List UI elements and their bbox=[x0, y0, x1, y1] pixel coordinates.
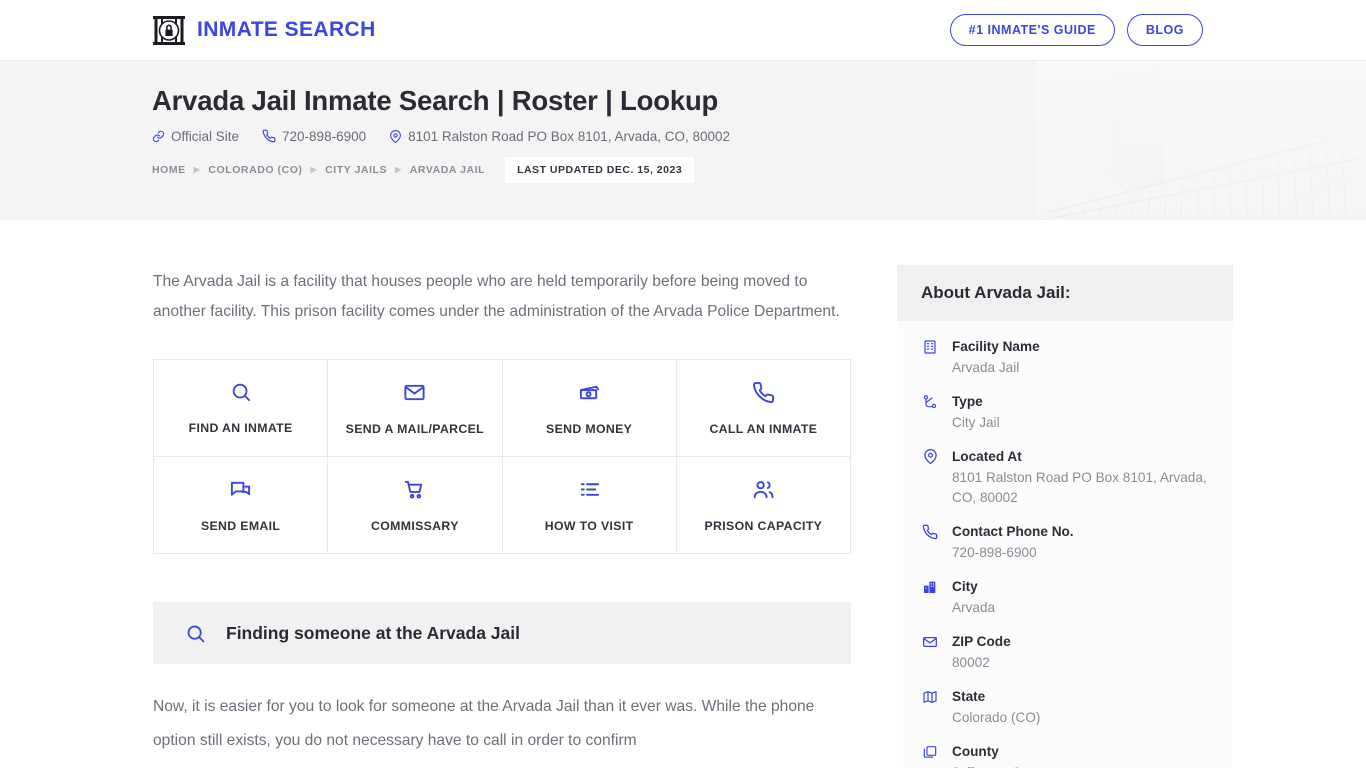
building-icon bbox=[921, 339, 939, 355]
hero-banner: Arvada Jail Inmate Search | Roster | Loo… bbox=[0, 61, 1366, 220]
fact-located-at: Located At 8101 Ralston Road PO Box 8101… bbox=[921, 447, 1209, 508]
brand-name: INMATE SEARCH bbox=[197, 18, 376, 41]
fact-value: 8101 Ralston Road PO Box 8101, Arvada, C… bbox=[952, 470, 1207, 505]
fact-label: County bbox=[952, 744, 999, 759]
map-pin-icon bbox=[921, 449, 939, 464]
section-body-paragraph: Now, it is easier for you to look for so… bbox=[153, 698, 815, 749]
fact-zip-code: ZIP Code 80002 bbox=[921, 632, 1209, 673]
fact-value[interactable]: 720-898-6900 bbox=[952, 543, 1074, 563]
chevron-right-icon: ▶ bbox=[395, 164, 402, 174]
inmates-guide-button[interactable]: #1 INMATE'S GUIDE bbox=[949, 14, 1115, 46]
about-panel-title: About Arvada Jail: bbox=[921, 283, 1071, 302]
action-label: PRISON CAPACITY bbox=[704, 518, 823, 533]
action-label: FIND AN INMATE bbox=[188, 421, 293, 435]
about-panel-header: About Arvada Jail: bbox=[897, 265, 1233, 321]
action-commissary[interactable]: COMMISSARY bbox=[328, 457, 503, 554]
hero-phone-number: 720-898-6900 bbox=[282, 128, 367, 144]
page-title: Arvada Jail Inmate Search | Roster | Loo… bbox=[152, 85, 719, 116]
fact-label: Located At bbox=[952, 449, 1022, 464]
envelope-icon bbox=[403, 381, 426, 409]
map-icon bbox=[921, 689, 939, 705]
money-icon bbox=[578, 381, 601, 409]
action-label: SEND MONEY bbox=[546, 421, 633, 436]
network-icon bbox=[921, 394, 939, 410]
fact-value: Jefferson County bbox=[952, 763, 1055, 768]
about-panel-body: Facility Name Arvada Jail Type City Jail bbox=[897, 321, 1233, 768]
fact-label: State bbox=[952, 689, 986, 704]
city-icon bbox=[921, 579, 939, 595]
fact-value: 80002 bbox=[952, 655, 990, 670]
fact-label: Contact Phone No. bbox=[952, 524, 1074, 539]
action-send-money[interactable]: SEND MONEY bbox=[502, 360, 677, 457]
fact-value: Arvada bbox=[952, 600, 996, 615]
section-heading-finding-someone: Finding someone at the Arvada Jail bbox=[153, 602, 851, 664]
jail-bars-padlock-icon bbox=[152, 15, 186, 46]
users-icon bbox=[752, 478, 775, 506]
shopping-cart-icon bbox=[403, 478, 426, 506]
envelope-icon bbox=[921, 634, 939, 650]
hero-address-text: 8101 Ralston Road PO Box 8101, Arvada, C… bbox=[408, 128, 731, 144]
brand-logo-link[interactable]: INMATE SEARCH bbox=[152, 15, 376, 46]
nav-actions: #1 INMATE'S GUIDE BLOG bbox=[949, 14, 1203, 46]
phone-icon bbox=[921, 524, 939, 540]
search-icon bbox=[185, 623, 206, 644]
action-call-an-inmate[interactable]: CALL AN INMATE bbox=[676, 360, 851, 457]
official-site-label: Official Site bbox=[171, 128, 240, 144]
breadcrumb: HOME ▶ COLORADO (CO) ▶ CITY JAILS ▶ ARVA… bbox=[152, 156, 1366, 183]
last-updated-badge: LAST UPDATED DEC. 15, 2023 bbox=[505, 156, 695, 183]
phone-icon bbox=[262, 129, 276, 143]
list-icon bbox=[578, 478, 601, 506]
fact-label: City bbox=[952, 579, 978, 594]
chat-bubbles-icon bbox=[229, 478, 252, 506]
about-panel: About Arvada Jail: Facility Name Arvada … bbox=[897, 265, 1233, 768]
breadcrumb-item-city-jails[interactable]: CITY JAILS bbox=[325, 164, 387, 176]
chevron-right-icon: ▶ bbox=[193, 164, 201, 174]
fact-value: Arvada Jail bbox=[952, 360, 1020, 375]
section-heading-title: Finding someone at the Arvada Jail bbox=[226, 622, 520, 643]
hero-meta: Official Site 720-898-6900 8101 Ralston … bbox=[152, 129, 1366, 144]
fact-contact-phone: Contact Phone No. 720-898-6900 bbox=[921, 522, 1209, 563]
action-prison-capacity[interactable]: PRISON CAPACITY bbox=[676, 457, 851, 554]
fact-label: Facility Name bbox=[952, 339, 1040, 354]
action-send-a-mail-parcel[interactable]: SEND A MAIL/PARCEL bbox=[328, 360, 503, 457]
action-how-to-visit[interactable]: HOW TO VISIT bbox=[502, 457, 677, 554]
action-label: CALL AN INMATE bbox=[709, 421, 818, 436]
fact-facility-name: Facility Name Arvada Jail bbox=[921, 337, 1209, 378]
fact-type: Type City Jail bbox=[921, 392, 1209, 433]
official-site-link[interactable]: Official Site bbox=[152, 129, 239, 144]
copy-icon bbox=[921, 744, 939, 760]
fact-city: City Arvada bbox=[921, 577, 1209, 618]
fact-county: County Jefferson County bbox=[921, 742, 1209, 768]
intro-paragraph: The Arvada Jail is a facility that house… bbox=[153, 273, 840, 320]
map-pin-icon bbox=[389, 129, 402, 143]
action-label: SEND A MAIL/PARCEL bbox=[345, 421, 485, 436]
hero-address[interactable]: 8101 Ralston Road PO Box 8101, Arvada, C… bbox=[389, 129, 730, 144]
action-label: SEND EMAIL bbox=[200, 518, 281, 533]
chevron-right-icon: ▶ bbox=[310, 164, 318, 174]
action-send-email[interactable]: SEND EMAIL bbox=[154, 457, 329, 554]
search-icon bbox=[230, 381, 252, 408]
action-find-an-inmate[interactable]: FIND AN INMATE bbox=[154, 360, 329, 457]
action-label: HOW TO VISIT bbox=[544, 518, 634, 533]
main-column: The Arvada Jail is a facility that house… bbox=[153, 220, 853, 768]
fact-value: City Jail bbox=[952, 415, 1000, 430]
breadcrumb-item-home[interactable]: HOME bbox=[152, 164, 186, 176]
hero-phone-link[interactable]: 720-898-6900 bbox=[262, 129, 366, 144]
fact-label: ZIP Code bbox=[952, 634, 1011, 649]
breadcrumb-item-colorado[interactable]: COLORADO (CO) bbox=[208, 164, 302, 176]
phone-icon bbox=[752, 381, 775, 409]
page-content: The Arvada Jail is a facility that house… bbox=[0, 220, 1366, 768]
link-icon bbox=[152, 130, 165, 143]
action-label: COMMISSARY bbox=[370, 518, 459, 533]
fact-value: Colorado (CO) bbox=[952, 710, 1041, 725]
sidebar-column: About Arvada Jail: Facility Name Arvada … bbox=[897, 220, 1233, 768]
quick-actions-grid: FIND AN INMATE SEND A MAIL/PARCEL SEND M… bbox=[153, 359, 851, 554]
fact-label: Type bbox=[952, 394, 983, 409]
top-navigation-bar: INMATE SEARCH #1 INMATE'S GUIDE BLOG bbox=[0, 0, 1366, 61]
breadcrumb-item-arvada-jail: ARVADA JAIL bbox=[409, 163, 486, 176]
fact-state: State Colorado (CO) bbox=[921, 687, 1209, 728]
blog-button[interactable]: BLOG bbox=[1126, 14, 1203, 46]
